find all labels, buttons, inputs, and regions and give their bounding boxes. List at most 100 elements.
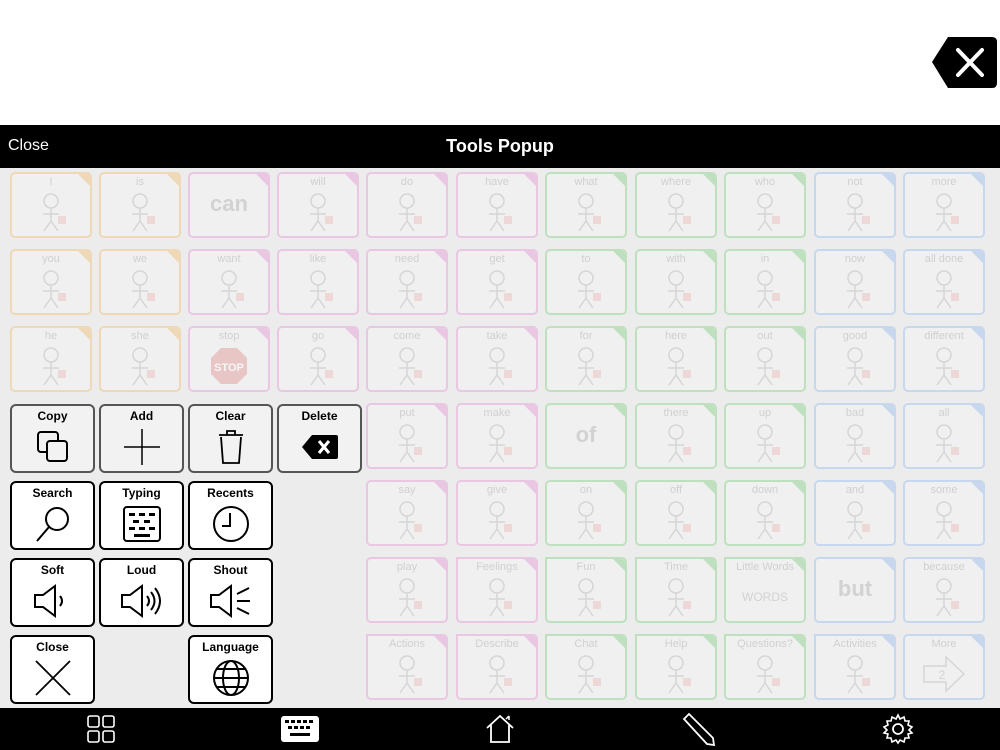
- symbol-picture: [547, 498, 625, 542]
- grid-cell[interactable]: will: [277, 172, 359, 238]
- grid-cell[interactable]: good: [814, 326, 896, 392]
- grid-cell[interactable]: like: [277, 249, 359, 315]
- word-picture: can: [190, 174, 268, 234]
- recents-tool-button[interactable]: Recents: [188, 481, 273, 550]
- grid-cell[interactable]: you: [10, 249, 92, 315]
- grid-cell[interactable]: Help: [635, 634, 717, 700]
- loud-tool-button[interactable]: Loud: [99, 558, 184, 627]
- grid-cell-label: good: [842, 330, 868, 342]
- symbol-picture: [190, 267, 268, 311]
- grid-cell[interactable]: take: [456, 326, 538, 392]
- symbol-picture: [816, 498, 894, 542]
- grid-cell[interactable]: out: [724, 326, 806, 392]
- grid-cell[interactable]: bad: [814, 403, 896, 469]
- clear-tool-button[interactable]: Clear: [188, 404, 273, 473]
- soft-tool-button[interactable]: Soft: [10, 558, 95, 627]
- grid-cell[interactable]: Fun: [545, 557, 627, 623]
- grid-cell[interactable]: for: [545, 326, 627, 392]
- grid-cell[interactable]: now: [814, 249, 896, 315]
- grid-cell[interactable]: on: [545, 480, 627, 546]
- grid-cell[interactable]: give: [456, 480, 538, 546]
- grid-cell[interactable]: come: [366, 326, 448, 392]
- symbol-picture: [637, 498, 715, 542]
- symbol-picture: [816, 421, 894, 465]
- grid-cell-label: there: [663, 407, 689, 419]
- language-tool-button[interactable]: Language: [188, 635, 273, 704]
- grid-cell[interactable]: butbut: [814, 557, 896, 623]
- keyboard-icon[interactable]: [280, 712, 320, 746]
- add-tool-button[interactable]: Add: [99, 404, 184, 473]
- grid-cell[interactable]: we: [99, 249, 181, 315]
- grid-cell[interactable]: all: [903, 403, 985, 469]
- grid-cell[interactable]: not: [814, 172, 896, 238]
- grid-cell-label: I: [49, 176, 53, 188]
- grid-cell-label: he: [44, 330, 58, 342]
- close-tool-button[interactable]: Close: [10, 635, 95, 704]
- grid-cell[interactable]: Actions: [366, 634, 448, 700]
- grid-cell[interactable]: more: [903, 172, 985, 238]
- grid-cell[interactable]: say: [366, 480, 448, 546]
- grid-cell[interactable]: stop STOP: [188, 326, 270, 392]
- grid-cell[interactable]: get: [456, 249, 538, 315]
- grid-cell[interactable]: cancan: [188, 172, 270, 238]
- grid-cell[interactable]: there: [635, 403, 717, 469]
- grid-cell[interactable]: down: [724, 480, 806, 546]
- grid-cell[interactable]: make: [456, 403, 538, 469]
- grid-cell[interactable]: off: [635, 480, 717, 546]
- symbol-picture: [458, 498, 536, 542]
- grid-icon[interactable]: [81, 712, 121, 746]
- grid-cell[interactable]: with: [635, 249, 717, 315]
- dismiss-close-icon[interactable]: [930, 35, 998, 90]
- grid-cell[interactable]: do: [366, 172, 448, 238]
- copy-tool-button[interactable]: Copy: [10, 404, 95, 473]
- grid-cell[interactable]: some: [903, 480, 985, 546]
- symbol-picture: [458, 190, 536, 234]
- grid-cell-label: because: [923, 561, 965, 573]
- tool-label: Typing: [122, 486, 161, 500]
- svg-text:2: 2: [939, 668, 946, 682]
- grid-cell[interactable]: different: [903, 326, 985, 392]
- grid-cell[interactable]: she: [99, 326, 181, 392]
- grid-cell[interactable]: in: [724, 249, 806, 315]
- grid-cell-label: down: [751, 484, 779, 496]
- grid-cell[interactable]: Little Words WORDS: [724, 557, 806, 623]
- grid-cell[interactable]: Feelings: [456, 557, 538, 623]
- grid-cell[interactable]: to: [545, 249, 627, 315]
- pencil-icon[interactable]: [678, 712, 718, 746]
- home-icon[interactable]: [480, 712, 520, 746]
- grid-cell[interactable]: Describe: [456, 634, 538, 700]
- delete-tool-button[interactable]: Delete: [277, 404, 362, 473]
- symbol-picture: [368, 190, 446, 234]
- grid-cell[interactable]: Questions?: [724, 634, 806, 700]
- grid-cell[interactable]: up: [724, 403, 806, 469]
- grid-cell[interactable]: Chat: [545, 634, 627, 700]
- typing-tool-button[interactable]: Typing: [99, 481, 184, 550]
- globe-icon: [190, 657, 271, 699]
- symbol-picture: [458, 421, 536, 465]
- grid-cell[interactable]: he: [10, 326, 92, 392]
- search-tool-button[interactable]: Search: [10, 481, 95, 550]
- grid-cell[interactable]: put: [366, 403, 448, 469]
- grid-cell[interactable]: where: [635, 172, 717, 238]
- symbol-picture: [101, 267, 179, 311]
- grid-cell[interactable]: and: [814, 480, 896, 546]
- grid-cell[interactable]: who: [724, 172, 806, 238]
- grid-cell[interactable]: I: [10, 172, 92, 238]
- grid-cell[interactable]: Time: [635, 557, 717, 623]
- grid-cell[interactable]: play: [366, 557, 448, 623]
- grid-cell[interactable]: what: [545, 172, 627, 238]
- grid-cell[interactable]: is: [99, 172, 181, 238]
- grid-cell[interactable]: Activities: [814, 634, 896, 700]
- grid-cell[interactable]: want: [188, 249, 270, 315]
- grid-cell[interactable]: here: [635, 326, 717, 392]
- settings-gear-icon[interactable]: [878, 712, 918, 746]
- grid-cell[interactable]: More 2: [903, 634, 985, 700]
- grid-cell[interactable]: ofof: [545, 403, 627, 469]
- grid-cell[interactable]: need: [366, 249, 448, 315]
- grid-cell[interactable]: all done: [903, 249, 985, 315]
- tool-label: Clear: [215, 409, 246, 423]
- grid-cell[interactable]: go: [277, 326, 359, 392]
- shout-tool-button[interactable]: Shout: [188, 558, 273, 627]
- grid-cell[interactable]: have: [456, 172, 538, 238]
- grid-cell[interactable]: because: [903, 557, 985, 623]
